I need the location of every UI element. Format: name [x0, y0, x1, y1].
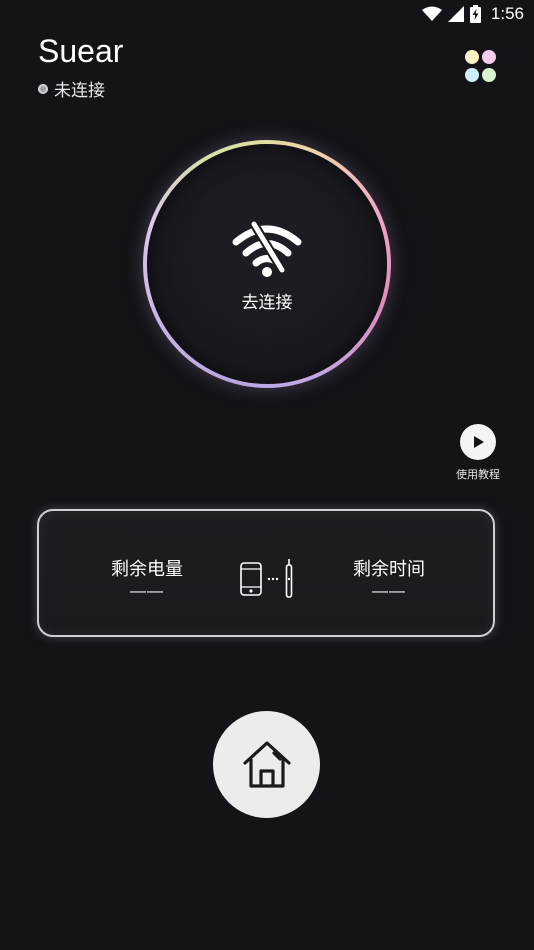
- wifi-icon: [421, 6, 442, 22]
- phone-to-earpick-icon: [240, 559, 293, 598]
- status-bar: 1:56: [421, 0, 534, 28]
- tutorial-button[interactable]: 使用教程: [452, 424, 504, 482]
- home-button[interactable]: [213, 711, 320, 818]
- status-time: 1:56: [490, 4, 524, 23]
- battery-value: ——: [130, 583, 164, 600]
- status-dot-icon: [38, 83, 48, 94]
- time-label: 剩余时间: [353, 559, 425, 580]
- time-value: ——: [372, 583, 406, 600]
- play-icon: [460, 424, 496, 460]
- app-title: Suear: [38, 33, 124, 69]
- battery-metric: 剩余电量 ——: [77, 555, 217, 601]
- battery-charging-icon: [469, 5, 481, 23]
- connect-label: 去连接: [241, 293, 293, 313]
- connection-status: 未连接: [38, 76, 105, 101]
- menu-dot: [482, 50, 496, 64]
- connection-status-label: 未连接: [54, 81, 105, 101]
- tutorial-label: 使用教程: [456, 468, 500, 481]
- signal-icon: [447, 6, 464, 22]
- wifi-off-icon: [232, 220, 302, 277]
- battery-label: 剩余电量: [111, 559, 183, 580]
- menu-dot: [482, 67, 496, 82]
- grid-dots-icon[interactable]: [465, 50, 497, 82]
- time-metric: 剩余时间 ——: [319, 555, 459, 601]
- menu-dot: [465, 50, 479, 64]
- app-screen: 1:56 Suear 未连接 去连接 使用教程 剩余电量 —— 剩余时间 ——: [0, 0, 534, 950]
- device-info-card: 剩余电量 —— 剩余时间 ——: [37, 509, 495, 637]
- menu-dot: [465, 67, 479, 82]
- home-icon: [242, 740, 291, 788]
